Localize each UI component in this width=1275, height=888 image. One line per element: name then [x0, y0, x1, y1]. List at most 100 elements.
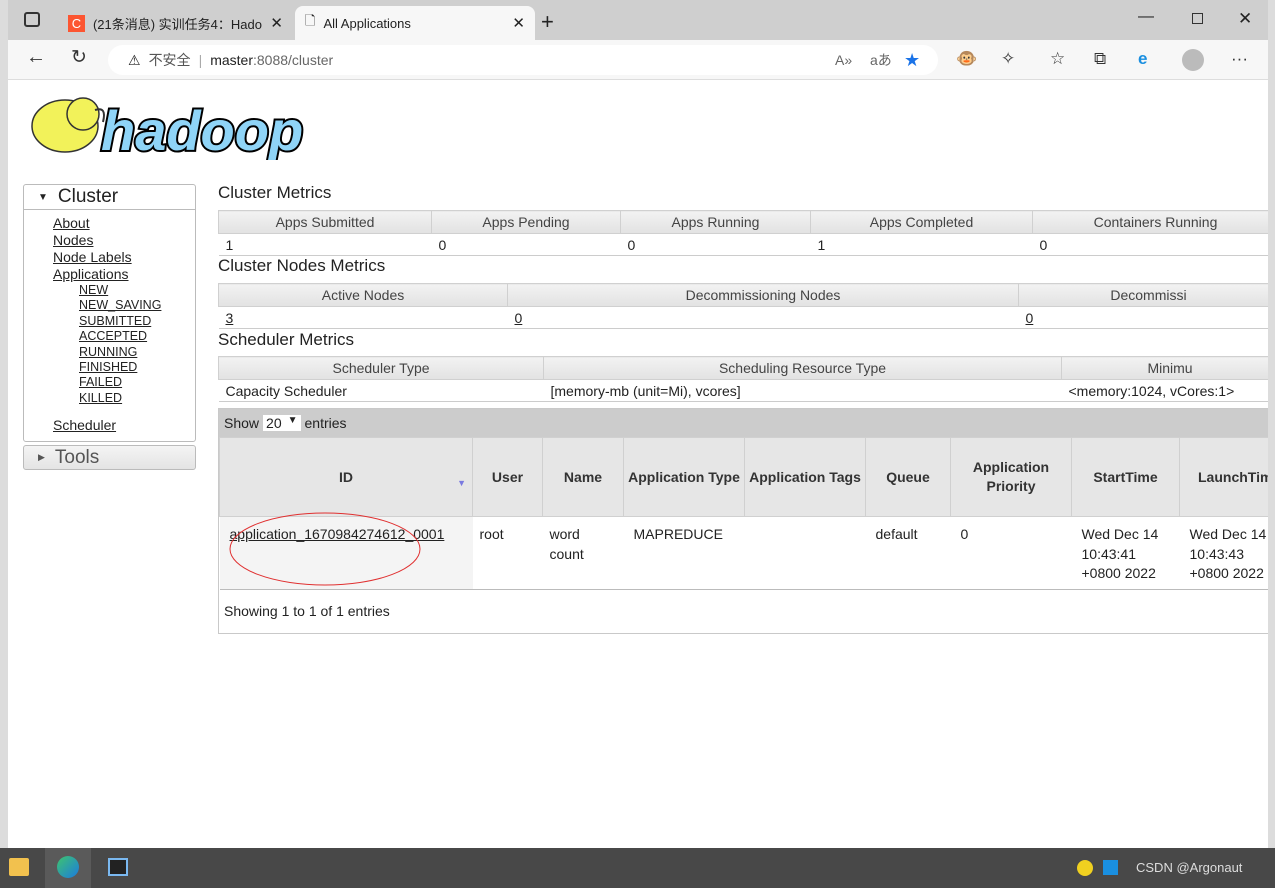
- csdn-icon: C: [68, 14, 85, 32]
- edge-taskbar-button[interactable]: [45, 848, 91, 888]
- page-size-select[interactable]: 20 ▼: [263, 415, 301, 431]
- back-icon[interactable]: ←: [26, 46, 46, 69]
- nav-state-finished[interactable]: FINISHED: [79, 360, 137, 374]
- url-bar[interactable]: ⚠ 不安全 | master:8088/cluster A» aあ ★: [108, 45, 938, 75]
- nav-scheduler[interactable]: Scheduler: [53, 417, 116, 433]
- hadoop-logo: hadoop: [25, 88, 325, 164]
- col-decommissioning-nodes: Decommissioning Nodes: [507, 283, 1019, 307]
- cluster-header[interactable]: ▼ Cluster: [24, 185, 195, 210]
- minimum-allocation-value: <memory:1024, vCores:1>: [1061, 379, 1268, 402]
- nav-state-running[interactable]: RUNNING: [79, 345, 137, 359]
- tray-watermark-text: CSDN @Argonaut: [1136, 860, 1243, 875]
- col-application-type[interactable]: Application Type: [623, 437, 745, 517]
- cluster-metrics-table: Apps Submitted Apps Pending Apps Running Ap…: [218, 210, 1268, 256]
- app-user: root: [479, 526, 504, 542]
- app-type: MAPREDUCE: [633, 526, 723, 542]
- nav-nodes[interactable]: Nodes: [53, 232, 93, 248]
- tab-bar: C (21条消息) 实训任务4：Hadoop集 ✕ 🗋 All Applicat…: [8, 0, 1268, 40]
- warning-icon: ⚠: [128, 51, 141, 68]
- tab-csdn[interactable]: C (21条消息) 实训任务4：Hadoop集 ✕: [58, 6, 293, 40]
- profile-avatar[interactable]: [1182, 49, 1204, 71]
- address-bar-row: ← ↻ ⚠ 不安全 | master:8088/cluster A» aあ ★ …: [8, 40, 1268, 80]
- extension-monkey-icon[interactable]: 🐵: [956, 49, 977, 69]
- containers-running-value: 0: [1032, 233, 1268, 256]
- caret-down-icon: ▼: [38, 191, 48, 203]
- refresh-icon[interactable]: ↻: [71, 46, 87, 69]
- decommissioning-nodes-link[interactable]: 0: [515, 310, 523, 326]
- app-queue: default: [875, 526, 918, 542]
- more-menu-icon[interactable]: ···: [1231, 49, 1248, 69]
- decommissioned-nodes-link[interactable]: 0: [1026, 310, 1034, 326]
- col-resource-type: Scheduling Resource Type: [543, 356, 1062, 380]
- app-priority: 0: [960, 526, 969, 542]
- apps-submitted-value: 1: [218, 233, 432, 256]
- translate-icon[interactable]: aあ: [870, 50, 892, 70]
- minimize-icon[interactable]: —: [1138, 8, 1154, 26]
- extensions-icon[interactable]: ✧: [1001, 49, 1015, 69]
- col-scheduler-type: Scheduler Type: [218, 356, 544, 380]
- col-apps-pending: Apps Pending: [431, 210, 621, 234]
- tray-app-icon[interactable]: [1103, 860, 1118, 875]
- table-info: Showing 1 to 1 of 1 entries: [224, 603, 390, 619]
- ie-mode-icon[interactable]: e: [1138, 49, 1147, 69]
- nav-node-labels[interactable]: Node Labels: [53, 249, 132, 265]
- page-icon: 🗋: [305, 13, 316, 28]
- node-metrics-table: Active Nodes Decommissioning Nodes Decommi…: [218, 283, 1268, 329]
- apps-completed-value: 1: [810, 233, 1033, 256]
- cluster-section: ▼ Cluster About Nodes Node Labels Applica…: [23, 184, 196, 443]
- col-apps-submitted: Apps Submitted: [218, 210, 432, 234]
- nav-state-failed[interactable]: FAILED: [79, 375, 122, 389]
- col-containers-running: Containers Running: [1032, 210, 1268, 234]
- close-tab-icon[interactable]: ✕: [270, 14, 283, 32]
- close-tab-icon[interactable]: ✕: [512, 14, 525, 32]
- maximize-icon[interactable]: [1192, 13, 1203, 24]
- nav-state-accepted[interactable]: ACCEPTED: [79, 329, 147, 343]
- taskbar: CSDN @Argonaut: [0, 848, 1275, 888]
- node-metrics-title: Cluster Nodes Metrics: [218, 256, 386, 275]
- scheduler-type-value: Capacity Scheduler: [218, 379, 544, 402]
- close-window-icon[interactable]: ✕: [1238, 9, 1252, 29]
- read-aloud-icon[interactable]: A»: [835, 52, 852, 68]
- hadoop-elephant-logo: hadoop: [31, 97, 305, 164]
- applications-table-wrapper: Show 20 ▼ entries ID ▼ User Name Applicati…: [218, 408, 1268, 634]
- col-user[interactable]: User: [472, 437, 543, 517]
- col-application-tags[interactable]: Application Tags: [744, 437, 866, 517]
- caret-right-icon: ▶: [38, 452, 45, 463]
- col-decommissioned-nodes: Decommissi: [1018, 283, 1268, 307]
- app-name: word count: [549, 526, 584, 562]
- remote-desktop-icon[interactable]: [108, 858, 128, 876]
- nav-state-new[interactable]: NEW: [79, 283, 108, 297]
- tab-all-applications[interactable]: 🗋 All Applications ✕: [295, 6, 535, 40]
- col-start-time[interactable]: StartTime: [1071, 437, 1180, 517]
- tools-section[interactable]: ▶ Tools: [23, 445, 196, 471]
- nav-applications[interactable]: Applications: [53, 266, 129, 282]
- collections-icon[interactable]: ⧉: [1094, 49, 1106, 69]
- chevron-down-icon: ▼: [287, 415, 298, 426]
- apps-running-value: 0: [620, 233, 811, 256]
- col-minimum-allocation: Minimu: [1061, 356, 1268, 380]
- favorites-icon[interactable]: ☆: [1050, 49, 1065, 69]
- col-launch-time[interactable]: LaunchTim: [1179, 437, 1268, 517]
- col-name[interactable]: Name: [542, 437, 624, 517]
- new-tab-icon[interactable]: +: [541, 9, 554, 35]
- length-control: Show 20 ▼ entries: [219, 409, 1268, 437]
- nav-state-new-saving[interactable]: NEW_SAVING: [79, 298, 161, 312]
- cluster-metrics-title: Cluster Metrics: [218, 183, 332, 202]
- col-id[interactable]: ID ▼: [219, 437, 473, 517]
- edge-icon: [57, 856, 79, 878]
- apps-pending-value: 0: [431, 233, 621, 256]
- app-launch-time: Wed Dec 14 10:43:43 +0800 2022: [1189, 526, 1267, 581]
- nav-about[interactable]: About: [53, 215, 90, 231]
- page-content: hadoop ▼ Cluster About Nodes Node Labels …: [8, 80, 1268, 848]
- active-nodes-link[interactable]: 3: [226, 310, 234, 326]
- tray-app-icon[interactable]: [1077, 860, 1093, 876]
- col-application-priority[interactable]: Application Priority: [950, 437, 1072, 517]
- favorite-star-icon[interactable]: ★: [904, 50, 920, 71]
- file-explorer-icon[interactable]: [9, 858, 29, 876]
- nav-state-submitted[interactable]: SUBMITTED: [79, 314, 151, 328]
- resource-type-value: [memory-mb (unit=Mi), vcores]: [543, 379, 1062, 402]
- nav-state-killed[interactable]: KILLED: [79, 391, 122, 405]
- tab-actions-icon[interactable]: [24, 12, 40, 27]
- col-active-nodes: Active Nodes: [218, 283, 508, 307]
- col-queue[interactable]: Queue: [865, 437, 951, 517]
